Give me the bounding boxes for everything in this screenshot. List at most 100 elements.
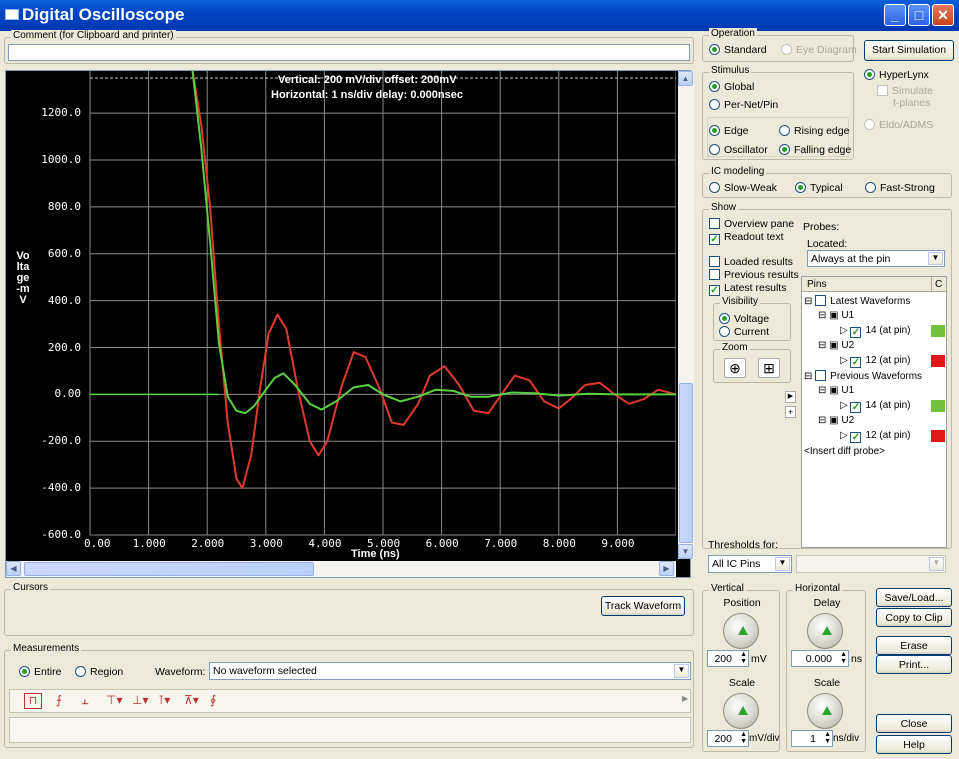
horizontal-scale-knob[interactable]: [807, 693, 843, 729]
period-measure-icon[interactable]: ⊓: [24, 693, 42, 709]
current-radio[interactable]: Current: [719, 326, 769, 338]
vertical-scale-knob[interactable]: [723, 693, 759, 729]
copy-to-clip-button[interactable]: Copy to Clip: [876, 608, 952, 627]
u1-pin14-previous[interactable]: ▷ ✓ 14 (at pin): [840, 400, 911, 413]
global-radio[interactable]: Global: [709, 81, 754, 93]
x-tick-label: 4.000: [308, 537, 342, 550]
standard-radio[interactable]: Standard: [709, 44, 767, 56]
measurements-group: Measurements Entire Region Waveform: No …: [4, 643, 694, 748]
track-waveform-button[interactable]: Track Waveform: [601, 596, 685, 616]
comment-input[interactable]: [8, 44, 690, 61]
maximize-button[interactable]: □: [908, 4, 930, 26]
probe-tree[interactable]: Pins C ⊟ Latest Waveforms ⊟ ▣ U1 ▷ ✓ 14 (…: [801, 276, 947, 548]
overshoot-icon[interactable]: ⊤▾: [106, 693, 128, 709]
waveform-plot[interactable]: [6, 71, 676, 561]
expand-arrow-icon[interactable]: ▶: [785, 391, 796, 403]
previous-results-checkbox[interactable]: Previous results: [709, 269, 799, 281]
loaded-results-checkbox[interactable]: Loaded results: [709, 256, 793, 268]
u2-latest-node[interactable]: ⊟ ▣ U2: [818, 340, 854, 351]
waveform-select[interactable]: No waveform selected ▼: [209, 662, 691, 680]
waveform-trace-1[interactable]: [191, 71, 676, 490]
horizontal-scroll-thumb[interactable]: [24, 562, 314, 576]
u2-previous-node[interactable]: ⊟ ▣ U2: [818, 415, 854, 426]
slope-measure-icon[interactable]: ∮: [210, 693, 228, 709]
settling-icon[interactable]: ⊺▾: [158, 693, 180, 709]
y-tick-label: 400.0: [47, 293, 81, 307]
previous-u2-color-swatch[interactable]: [931, 430, 945, 442]
latest-waveforms-node[interactable]: ⊟ Latest Waveforms: [804, 295, 910, 307]
zoom-fit-icon[interactable]: ⊞: [758, 358, 780, 378]
horizontal-delay-input[interactable]: 0.000 ▲ ▼: [791, 650, 849, 667]
color-column-header[interactable]: C: [932, 277, 946, 292]
pins-column-header[interactable]: Pins: [802, 277, 932, 292]
vertical-scroll-thumb[interactable]: [679, 383, 693, 543]
add-probe-icon[interactable]: +: [785, 406, 796, 418]
app-icon: [5, 9, 19, 20]
horizontal-scale-input[interactable]: 1 ▲ ▼: [791, 730, 833, 747]
start-simulation-button[interactable]: Start Simulation: [864, 40, 954, 61]
vertical-scrollbar[interactable]: ▲ ▼: [678, 71, 694, 559]
vertical-readout: Vertical: 200 mV/div offset: 200mV: [278, 74, 457, 86]
latest-results-checkbox[interactable]: ✓ Latest results: [709, 282, 786, 296]
scroll-up-arrow-icon[interactable]: ▲: [678, 71, 693, 86]
close-window-button[interactable]: ✕: [932, 4, 954, 26]
help-button[interactable]: Help: [876, 735, 952, 754]
undershoot-icon[interactable]: ⊥▾: [132, 693, 154, 709]
simulate-tplanes-checkbox[interactable]: Simulate: [877, 85, 933, 97]
fall-time-icon[interactable]: ⫠: [76, 693, 94, 709]
hyperlynx-radio[interactable]: HyperLynx: [864, 69, 929, 81]
falling-edge-radio[interactable]: Falling edge: [779, 144, 851, 156]
thresholds-select[interactable]: All IC Pins ▼: [708, 555, 792, 573]
spinner-icon[interactable]: ▲ ▼: [824, 731, 831, 745]
rise-time-icon[interactable]: ⨍: [50, 693, 68, 709]
u1-latest-node[interactable]: ⊟ ▣ U1: [818, 310, 854, 321]
print-button[interactable]: Print...: [876, 655, 952, 674]
horizontal-scrollbar[interactable]: ◀ ▶: [6, 561, 676, 577]
u1-previous-node[interactable]: ⊟ ▣ U1: [818, 385, 854, 396]
rising-edge-radio[interactable]: Rising edge: [779, 125, 849, 137]
oscillator-radio[interactable]: Oscillator: [709, 144, 768, 156]
spinner-icon[interactable]: ▲ ▼: [840, 651, 847, 665]
eldo-adms-radio[interactable]: Eldo/ADMS: [864, 119, 933, 131]
vertical-position-input[interactable]: 200 ▲ ▼: [707, 650, 749, 667]
eye-diagram-radio[interactable]: Eye Diagram: [781, 44, 857, 56]
slow-weak-radio[interactable]: Slow-Weak: [709, 182, 777, 194]
overview-pane-checkbox[interactable]: Overview pane: [709, 218, 794, 230]
zoom-in-icon[interactable]: ⊕: [724, 358, 746, 378]
u2-pin12-latest[interactable]: ▷ ✓ 12 (at pin): [840, 355, 911, 368]
thresholds-detail-select[interactable]: ▼: [796, 555, 946, 573]
voltage-radio[interactable]: Voltage: [719, 313, 769, 325]
save-load-button[interactable]: Save/Load...: [876, 588, 952, 607]
vertical-scale-input[interactable]: 200 ▲ ▼: [707, 730, 749, 747]
previous-waveforms-node[interactable]: ⊟ Previous Waveforms: [804, 370, 922, 382]
fast-strong-radio[interactable]: Fast-Strong: [865, 182, 935, 194]
vertical-position-knob[interactable]: [723, 613, 759, 649]
erase-button[interactable]: Erase: [876, 636, 952, 655]
insert-diff-probe[interactable]: <Insert diff probe>: [804, 446, 885, 457]
latest-u2-color-swatch[interactable]: [931, 355, 945, 367]
minimize-button[interactable]: _: [884, 4, 906, 26]
entire-radio[interactable]: Entire: [19, 666, 61, 678]
scroll-down-arrow-icon[interactable]: ▼: [678, 544, 693, 559]
scroll-left-arrow-icon[interactable]: ◀: [6, 561, 21, 576]
spinner-icon[interactable]: ▲ ▼: [740, 651, 747, 665]
waveform-display[interactable]: Voltage-mV Time (ns) Vertical: 200 mV/di…: [5, 70, 694, 578]
stimulus-group: Stimulus Global Per-Net/Pin Edge Oscilla…: [702, 65, 854, 160]
readout-text-checkbox[interactable]: ✓ Readout text: [709, 231, 784, 245]
y-tick-label: 1000.0: [41, 153, 81, 167]
region-radio[interactable]: Region: [75, 666, 123, 678]
delay-measure-icon[interactable]: ⊼▾: [184, 693, 206, 709]
edge-radio[interactable]: Edge: [709, 125, 749, 137]
previous-u1-color-swatch[interactable]: [931, 400, 945, 412]
typical-radio[interactable]: Typical: [795, 182, 843, 194]
u2-pin12-previous[interactable]: ▷ ✓ 12 (at pin): [840, 430, 911, 443]
u1-pin14-latest[interactable]: ▷ ✓ 14 (at pin): [840, 325, 911, 338]
spinner-icon[interactable]: ▲ ▼: [740, 731, 747, 745]
horizontal-delay-knob[interactable]: [807, 613, 843, 649]
latest-u1-color-swatch[interactable]: [931, 325, 945, 337]
scroll-right-arrow-icon[interactable]: ▶: [659, 561, 674, 576]
probe-location-select[interactable]: Always at the pin ▼: [807, 250, 945, 267]
close-button[interactable]: Close: [876, 714, 952, 733]
per-net-pin-radio[interactable]: Per-Net/Pin: [709, 99, 778, 111]
toolbar-scroll-arrow-icon[interactable]: ▶: [682, 694, 691, 708]
